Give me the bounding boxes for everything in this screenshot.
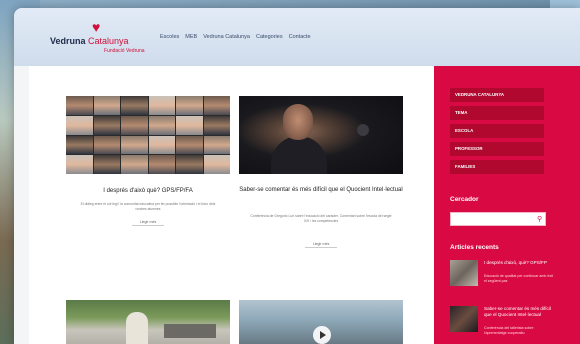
post-thumbnail-classroom-video[interactable] bbox=[239, 300, 403, 344]
site-header: ♥ Vedruna Catalunya Fundació Vedruna Esc… bbox=[14, 8, 580, 66]
participant-tile bbox=[148, 135, 175, 155]
participant-tile bbox=[203, 115, 230, 135]
post-title[interactable]: Saber-se comentar és més difícil que el … bbox=[239, 186, 403, 194]
participant-tile bbox=[203, 135, 230, 155]
heart-icon: ♥ bbox=[92, 19, 101, 35]
post-title[interactable]: I després d'això què? GPS/FP/FA bbox=[66, 188, 230, 194]
nav-item-escoles[interactable]: Escoles bbox=[160, 34, 179, 40]
post-thumbnail-video-call[interactable] bbox=[66, 96, 230, 174]
search-heading: Cercador bbox=[450, 196, 479, 203]
participant-tile bbox=[176, 115, 203, 135]
search-input[interactable]: ⚲ bbox=[450, 212, 546, 226]
recent-article-title[interactable]: I després d'això, què? GPS/FP bbox=[484, 260, 554, 266]
nav-item-contacte[interactable]: Contacte bbox=[289, 34, 311, 40]
participant-tile bbox=[93, 155, 120, 174]
post-thumbnail-garden[interactable] bbox=[66, 300, 230, 344]
participant-tile bbox=[66, 135, 93, 155]
search-icon[interactable]: ⚲ bbox=[537, 215, 542, 224]
recent-article-thumbnail[interactable] bbox=[450, 260, 478, 286]
nav-item-vedruna-catalunya[interactable]: Vedruna Catalunya bbox=[203, 34, 250, 40]
recent-article-excerpt: Educació de qualitat per continuar amb è… bbox=[484, 274, 553, 283]
microphone-shape bbox=[357, 124, 369, 136]
main-content: I després d'això què? GPS/FP/FA El diàle… bbox=[29, 66, 434, 344]
participant-tile bbox=[121, 115, 148, 135]
participant-tile bbox=[66, 115, 93, 135]
participant-tile bbox=[93, 135, 120, 155]
speaker-body bbox=[271, 136, 327, 174]
browser-window: ♥ Vedruna Catalunya Fundació Vedruna Esc… bbox=[14, 8, 580, 344]
participant-tile bbox=[148, 155, 175, 174]
recent-article-thumbnail[interactable] bbox=[450, 306, 478, 332]
recent-articles-heading: Articles recents bbox=[450, 244, 499, 251]
site-logo[interactable]: ♥ Vedruna Catalunya Fundació Vedruna bbox=[50, 20, 160, 58]
main-nav: Escoles MEB Vedruna Catalunya Categories… bbox=[160, 34, 311, 40]
logo-subtitle: Fundació Vedruna bbox=[104, 48, 145, 54]
participant-tile bbox=[93, 115, 120, 135]
participant-tile bbox=[148, 115, 175, 135]
participant-tile bbox=[121, 135, 148, 155]
post-thumbnail-speaker[interactable] bbox=[239, 96, 403, 174]
recent-article-excerpt: Conferència del tallerista sobre l'apren… bbox=[484, 326, 534, 335]
logo-name-accent: Catalunya bbox=[88, 36, 129, 46]
nav-item-categories[interactable]: Categories bbox=[256, 34, 283, 40]
participant-tile bbox=[148, 96, 175, 115]
read-more-link[interactable]: Llegir més bbox=[305, 242, 337, 248]
participant-tile bbox=[93, 96, 120, 115]
sidebar: VEDRUNA CATALUNYA TEMA ESCOLA PROFESSOR … bbox=[434, 66, 580, 344]
post-excerpt: El diàleg entre el col·legi i la comunit… bbox=[80, 202, 216, 211]
sidebar-menu: VEDRUNA CATALUNYA TEMA ESCOLA PROFESSOR … bbox=[450, 88, 544, 178]
participant-tile bbox=[176, 155, 203, 174]
participant-tile bbox=[176, 135, 203, 155]
sidebar-item-professor[interactable]: PROFESSOR bbox=[450, 142, 544, 156]
participant-tile bbox=[203, 155, 230, 174]
person-shape bbox=[126, 312, 148, 344]
post-excerpt: Conferència de Gregorio Luri sobre l'edu… bbox=[250, 214, 392, 223]
recent-article-title[interactable]: Saber-se comentar és més difícil que el … bbox=[484, 306, 554, 318]
logo-name: Vedruna Catalunya bbox=[50, 36, 129, 46]
nav-item-meb[interactable]: MEB bbox=[185, 34, 197, 40]
participant-tile bbox=[121, 96, 148, 115]
participant-tile bbox=[66, 96, 93, 115]
sidebar-item-vedruna-catalunya[interactable]: VEDRUNA CATALUNYA bbox=[450, 88, 544, 102]
participant-tile bbox=[176, 96, 203, 115]
sidebar-item-tema[interactable]: TEMA bbox=[450, 106, 544, 120]
participant-tile bbox=[121, 155, 148, 174]
participant-tile bbox=[203, 96, 230, 115]
sidebar-item-escola[interactable]: ESCOLA bbox=[450, 124, 544, 138]
read-more-link[interactable]: Llegir més bbox=[132, 220, 164, 226]
speaker-head bbox=[283, 104, 313, 140]
sidebar-item-families[interactable]: FAMILIES bbox=[450, 160, 544, 174]
logo-name-main: Vedruna bbox=[50, 36, 86, 46]
participant-tile bbox=[66, 155, 93, 174]
bench-shape bbox=[164, 324, 216, 338]
play-icon[interactable] bbox=[313, 326, 331, 344]
